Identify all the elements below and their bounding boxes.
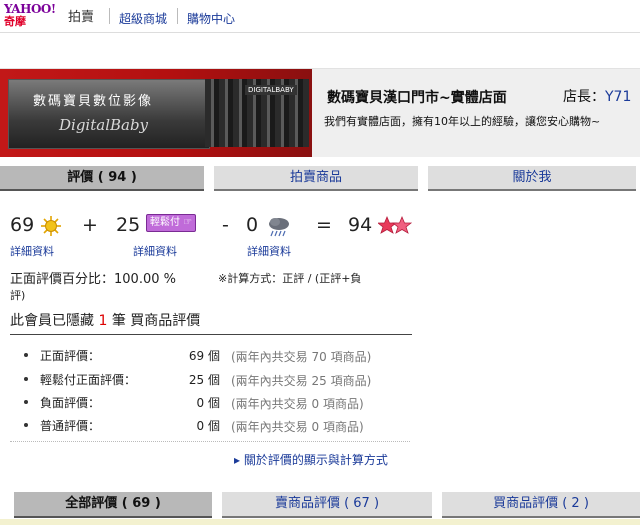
rating-calculation-info-label: 關於評價的顯示與計算方式	[243, 453, 388, 467]
hidden-ratings-count: 1	[98, 313, 108, 329]
tab-seller-ratings[interactable]: 賣商品評價 ( 67 )	[222, 492, 432, 518]
stat-label-positive: 正面評價：	[40, 349, 101, 363]
tab-auction-items[interactable]: 拍賣商品	[214, 166, 418, 191]
hidden-ratings-prefix: 此會員已隱藏	[10, 313, 94, 329]
easy-positive-score: 25	[116, 214, 141, 236]
rating-score-equation: 69 + 25 - 0 = 94	[10, 214, 430, 240]
banner-brand-area: 數碼寶貝數位影像 DigitalBaby DIGITALBABY	[0, 69, 312, 157]
rain-cloud-icon	[266, 215, 292, 244]
easy-pay-badge: 輕鬆付 ☞	[146, 214, 197, 232]
tab-all-ratings[interactable]: 全部評價 ( 69 )	[14, 492, 212, 518]
tab-about-me[interactable]: 關於我	[428, 166, 636, 191]
easy-pay-detail-link[interactable]: 詳細資料	[133, 243, 177, 259]
triangle-right-icon: ▸	[234, 453, 241, 467]
list-bullet	[24, 400, 28, 404]
list-bullet	[24, 423, 28, 427]
double-star-icon	[376, 215, 413, 242]
negative-detail-link[interactable]: 詳細資料	[247, 243, 291, 259]
profile-tabs: 評價 ( 94 ) 拍賣商品 關於我	[0, 166, 640, 191]
negative-score: 0	[246, 214, 259, 236]
plus-sign: +	[82, 214, 98, 236]
list-bullet	[24, 377, 28, 381]
logo-text-yahoo: YAHOO!	[4, 2, 56, 16]
stat-note-positive: (兩年內共交易 70 項商品)	[231, 350, 372, 364]
dotted-divider	[10, 441, 410, 442]
site-section-label[interactable]: 拍賣	[68, 6, 94, 25]
nav-divider	[109, 8, 110, 24]
storefront-sign: DIGITALBABY	[245, 85, 297, 95]
easy-pay-badge-label: 輕鬆付	[150, 217, 180, 228]
tab-buyer-ratings[interactable]: 買商品評價 ( 2 )	[442, 492, 640, 518]
stat-note-neutral: (兩年內共交易 0 項商品)	[231, 420, 364, 434]
sun-icon	[40, 215, 62, 242]
section-divider	[10, 334, 412, 335]
stat-label-neutral: 普通評價：	[40, 419, 101, 433]
storefront-photo: DIGITALBABY	[205, 79, 309, 147]
store-owner: 店長：Y71	[563, 86, 631, 106]
calculation-method-note-cont: 評)	[10, 289, 26, 302]
store-slogan: 我們有實體店面，擁有10年以上的經驗，讓您安心購物~	[324, 115, 601, 128]
positive-percentage: 正面評價百分比：100.00 %	[10, 272, 176, 287]
hidden-ratings-note: 此會員已隱藏 1 筆 買商品評價	[10, 310, 200, 330]
minus-sign: -	[222, 214, 229, 236]
owner-label: 店長：	[563, 89, 605, 105]
stat-note-easy-positive: (兩年內共交易 25 項商品)	[231, 374, 372, 388]
stat-label-negative: 負面評價：	[40, 396, 101, 410]
list-bullet	[24, 353, 28, 357]
calculation-method-note: ※計算方式：正評 / (正評+負	[218, 272, 362, 285]
brand-english-name: DigitalBaby	[59, 116, 149, 134]
brand-logo-image: 數碼寶貝數位影像 DigitalBaby	[8, 79, 210, 149]
positive-score: 69	[10, 214, 35, 236]
tab-ratings[interactable]: 評價 ( 94 )	[0, 166, 204, 191]
hand-icon: ☞	[183, 217, 193, 228]
owner-id-link[interactable]: Y71	[605, 89, 631, 105]
top-navigation-bar: YAHOO! 奇摩 拍賣 超級商城 購物中心	[0, 0, 640, 33]
stat-note-negative: (兩年內共交易 0 項商品)	[231, 397, 364, 411]
rating-filter-tabs: 全部評價 ( 69 ) 賣商品評價 ( 67 ) 買商品評價 ( 2 )	[0, 492, 640, 518]
total-score: 94	[348, 214, 373, 236]
stat-count-negative: 0 個	[196, 396, 220, 410]
stat-count-easy-positive: 25 個	[188, 373, 220, 387]
yahoo-logo[interactable]: YAHOO! 奇摩	[4, 3, 66, 29]
store-banner: 數碼寶貝數位影像 DigitalBaby DIGITALBABY 數碼寶貝漢口門…	[0, 68, 640, 157]
nav-link-shopping-center[interactable]: 購物中心	[187, 10, 235, 27]
stat-count-neutral: 0 個	[196, 419, 220, 433]
brand-chinese-name: 數碼寶貝數位影像	[33, 94, 154, 109]
store-name: 數碼寶貝漢口門市~實體店面	[327, 90, 507, 106]
equals-sign: =	[316, 214, 332, 236]
stat-count-positive: 69 個	[188, 349, 220, 363]
positive-detail-link[interactable]: 詳細資料	[10, 243, 54, 259]
stat-label-easy-positive: 輕鬆付正面評價：	[40, 373, 137, 387]
nav-divider	[177, 8, 178, 24]
hidden-ratings-suffix: 筆 買商品評價	[111, 313, 201, 329]
logo-text-kimo: 奇摩	[4, 15, 26, 28]
nav-link-super-mall[interactable]: 超級商城	[119, 10, 167, 27]
rating-calculation-info-link[interactable]: ▸ 關於評價的顯示與計算方式	[234, 451, 388, 468]
bottom-strip	[0, 519, 640, 525]
